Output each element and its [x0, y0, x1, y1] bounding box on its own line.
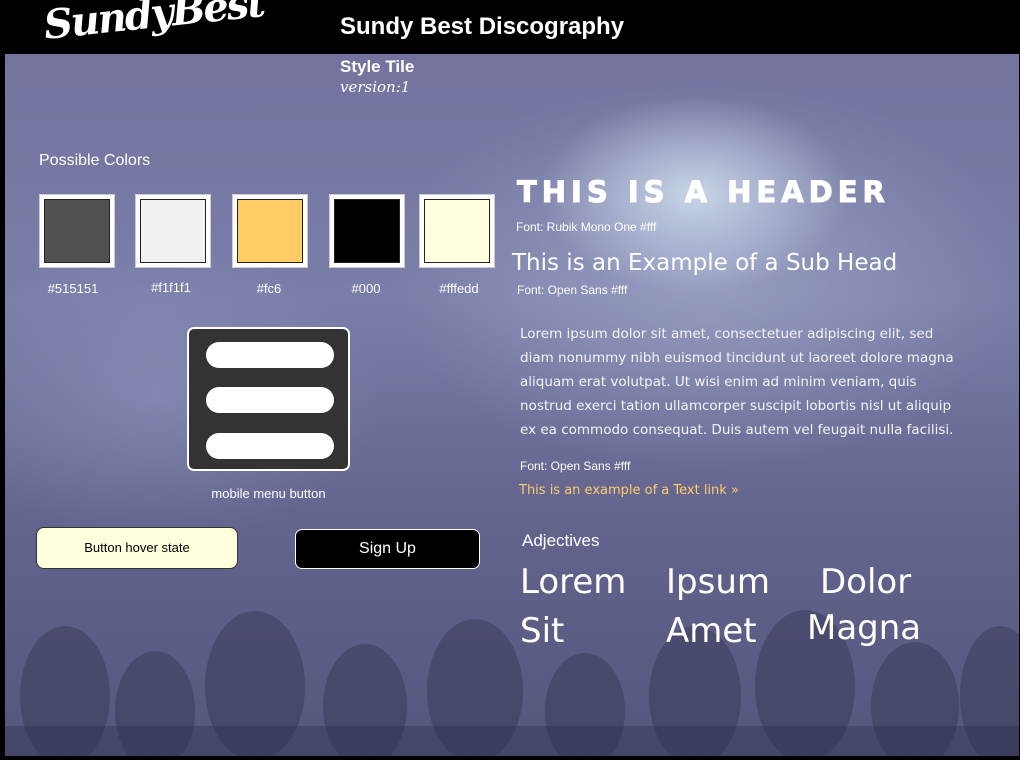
swatch-label: #fffedd [439, 281, 479, 296]
mobile-menu-button[interactable] [187, 327, 350, 471]
swatch-fill [44, 199, 110, 263]
sample-header: This is a header [517, 175, 890, 210]
swatch-cream [419, 194, 495, 268]
style-tile-label: Style Tile [340, 57, 415, 76]
top-bar: SundyBest Sundy Best Discography [0, 0, 1020, 52]
hamburger-menu-icon [206, 433, 334, 459]
sample-body-text: Lorem ipsum dolor sit amet, consectetuer… [520, 326, 954, 438]
swatch-dark-gray [39, 194, 115, 268]
sundy-best-logo[interactable]: SundyBest [42, 0, 266, 49]
sample-text-link[interactable]: This is an example of a Text link » [519, 483, 739, 498]
subhead-font-note: Font: Open Sans #fff [517, 283, 628, 297]
adjective-word: Sit [520, 611, 565, 651]
sign-up-button[interactable]: Sign Up [295, 529, 480, 569]
adjective-word: Magna [807, 608, 922, 648]
sample-subhead: This is an Example of a Sub Head [512, 250, 898, 276]
adjective-word: Amet [666, 611, 757, 651]
button-hover-state[interactable]: Button hover state [36, 527, 238, 569]
adjective-word: Ipsum [666, 562, 770, 602]
swatch-black [329, 194, 405, 268]
adjective-word: Lorem [520, 562, 627, 602]
swatch-fill [334, 199, 400, 263]
colors-title: Possible Colors [39, 152, 151, 169]
swatch-fill [237, 199, 303, 263]
header-font-note: Font: Rubik Mono One #fff [516, 220, 657, 234]
hamburger-menu-icon [206, 387, 334, 413]
swatch-label: #f1f1f1 [151, 280, 191, 295]
swatch-label: #fc6 [256, 281, 282, 296]
swatch-light-gray [135, 194, 211, 268]
swatch-label: #000 [351, 281, 381, 296]
swatch-fill [424, 199, 490, 263]
site-title: Sundy Best Discography [340, 13, 625, 40]
hamburger-menu-icon [206, 342, 334, 368]
body-font-note: Font: Open Sans #fff [520, 459, 631, 473]
adjectives-title: Adjectives [522, 531, 600, 550]
swatch-yellow [232, 194, 308, 268]
swatch-label: #515151 [47, 281, 99, 296]
version-label: version:1 [340, 78, 411, 96]
adjective-word: Dolor [820, 562, 912, 602]
swatch-fill [140, 199, 206, 263]
mobile-menu-caption: mobile menu button [211, 486, 326, 501]
